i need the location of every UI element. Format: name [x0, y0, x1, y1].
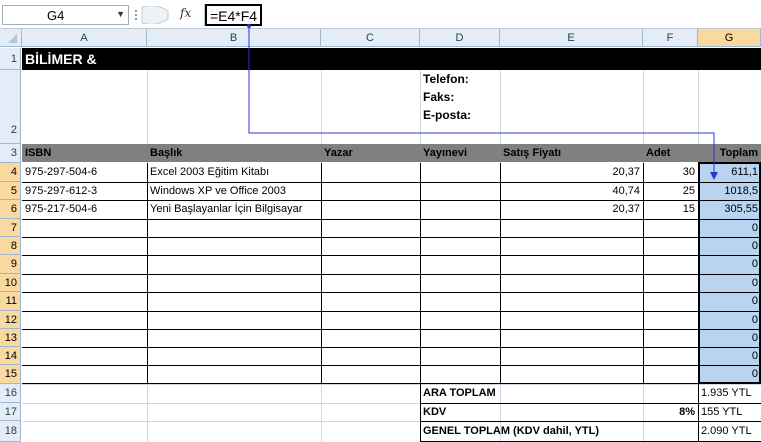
trace-arrow: [247, 24, 718, 180]
